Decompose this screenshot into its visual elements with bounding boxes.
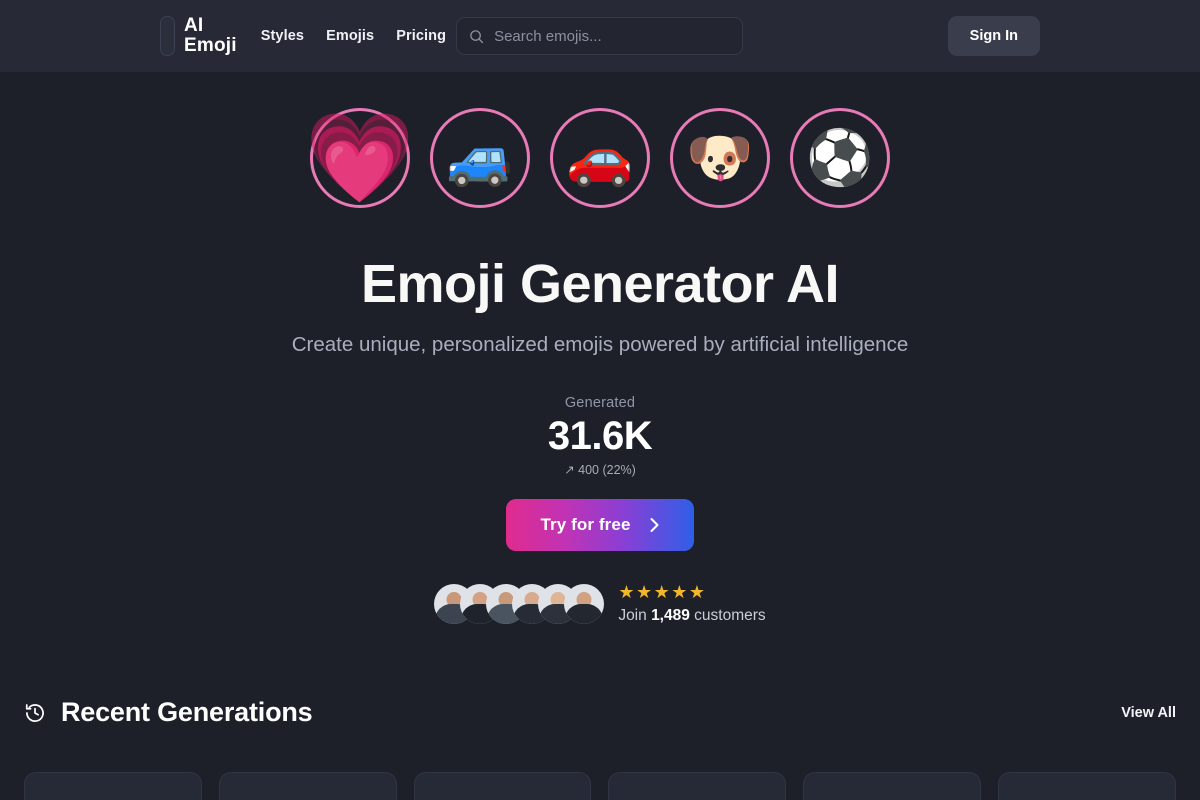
showcase-avatar-pink-heart[interactable]: 💗 bbox=[305, 108, 415, 208]
red-sports-car-icon: 🚗 bbox=[566, 128, 634, 188]
star-rating: ★★★★★ bbox=[618, 581, 707, 602]
hero-subtitle: Create unique, personalized emojis power… bbox=[291, 332, 909, 356]
recent-generations-header: Recent Generations View All bbox=[0, 697, 1200, 728]
nav-link-emojis[interactable]: Emojis bbox=[326, 28, 374, 44]
stat-label: Generated bbox=[564, 394, 636, 411]
site-header: AI Emoji Styles Emojis Pricing Sign In bbox=[0, 0, 1200, 72]
generated-stat: Generated 31.6K ↗ 400 (22%) bbox=[0, 395, 1200, 477]
logo-placeholder-icon bbox=[160, 16, 175, 56]
white-suv-car-icon: 🚙 bbox=[446, 128, 514, 188]
generation-card[interactable] bbox=[998, 772, 1176, 800]
generation-card[interactable] bbox=[803, 772, 982, 800]
nav-link-styles[interactable]: Styles bbox=[261, 28, 304, 44]
showcase-avatar-red-car[interactable]: 🚗 bbox=[550, 108, 650, 208]
pink-heart-icon: 💗 bbox=[305, 108, 415, 207]
history-clock-icon bbox=[25, 704, 44, 722]
main-nav: Styles Emojis Pricing bbox=[261, 28, 446, 44]
cta-container: Try for free bbox=[0, 498, 1200, 551]
recent-title-group: Recent Generations bbox=[24, 697, 313, 728]
chevron-right-icon bbox=[650, 517, 658, 532]
avatar bbox=[564, 584, 605, 625]
search-input[interactable] bbox=[494, 27, 731, 45]
join-prefix: Join bbox=[618, 607, 652, 625]
generation-card[interactable] bbox=[608, 772, 787, 800]
sign-in-button[interactable]: Sign In bbox=[947, 16, 1040, 56]
hero-section: 💗 🚙 🚗 🐶 ⚽ Emoji Generator AI Create uniq… bbox=[0, 72, 1200, 625]
social-proof: ★★★★★ Join 1,489 customers bbox=[0, 581, 1200, 626]
join-count: 1,489 bbox=[651, 607, 690, 625]
stat-value: 31.6K bbox=[547, 413, 653, 458]
section-title: Recent Generations bbox=[61, 697, 313, 728]
generation-card[interactable] bbox=[218, 772, 397, 800]
showcase-avatar-corgi-dog[interactable]: 🐶 bbox=[670, 108, 770, 208]
customer-count-label: Join 1,489 customers bbox=[618, 607, 765, 625]
cta-label: Try for free bbox=[540, 514, 631, 534]
showcase-avatar-soccer-player[interactable]: ⚽ bbox=[790, 108, 890, 208]
corgi-dog-icon: 🐶 bbox=[686, 128, 754, 188]
emoji-showcase-row: 💗 🚙 🚗 🐶 ⚽ bbox=[0, 98, 1200, 218]
search-bar[interactable] bbox=[456, 17, 744, 55]
nav-link-pricing[interactable]: Pricing bbox=[396, 28, 446, 44]
generation-card[interactable] bbox=[413, 772, 592, 800]
customer-avatar-stack[interactable] bbox=[434, 584, 605, 625]
join-suffix: customers bbox=[689, 607, 766, 625]
recent-generations-grid bbox=[0, 772, 1200, 800]
brand-name: AI Emoji bbox=[184, 15, 237, 56]
page-title: Emoji Generator AI bbox=[360, 254, 840, 314]
search-icon bbox=[470, 29, 484, 43]
showcase-avatar-white-suv[interactable]: 🚙 bbox=[430, 108, 530, 208]
try-for-free-button[interactable]: Try for free bbox=[506, 498, 694, 551]
view-all-link[interactable]: View All bbox=[1121, 705, 1176, 721]
rating-block: ★★★★★ Join 1,489 customers bbox=[618, 581, 765, 626]
brand-logo[interactable]: AI Emoji bbox=[160, 16, 237, 56]
generation-card[interactable] bbox=[24, 772, 202, 800]
stat-delta: ↗ 400 (22%) bbox=[564, 462, 636, 477]
soccer-player-icon: ⚽ bbox=[806, 128, 874, 188]
